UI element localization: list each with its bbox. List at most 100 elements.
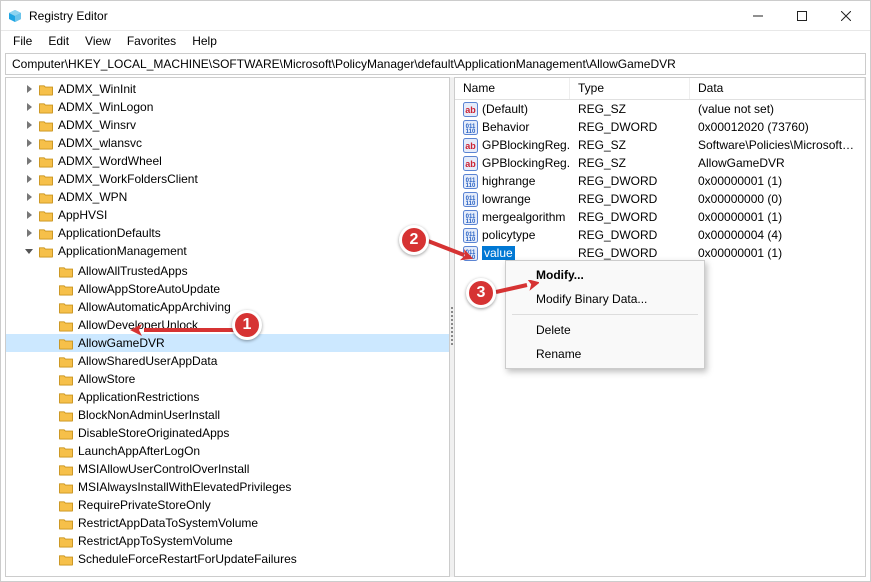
tree-item-child[interactable]: AllowAllTrustedApps: [6, 262, 449, 280]
value-name: (Default): [482, 102, 528, 116]
menu-bar: File Edit View Favorites Help: [1, 31, 870, 51]
tree-label: AllowAllTrustedApps: [78, 264, 188, 278]
context-menu-item[interactable]: Rename: [508, 342, 702, 366]
tree-item-child[interactable]: ScheduleForceRestartForUpdateFailures: [6, 550, 449, 568]
column-data[interactable]: Data: [690, 78, 865, 99]
tree-spacer: [42, 444, 56, 458]
list-header: Name Type Data: [455, 78, 865, 100]
context-menu-item[interactable]: Modify Binary Data...: [508, 287, 702, 311]
tree-item[interactable]: ApplicationDefaults: [6, 224, 449, 242]
tree-label: ApplicationDefaults: [58, 226, 161, 240]
list-row[interactable]: mergealgorithmREG_DWORD0x00000001 (1): [455, 208, 865, 226]
close-button[interactable]: [824, 1, 868, 31]
chevron-right-icon[interactable]: [22, 226, 36, 240]
menu-view[interactable]: View: [77, 32, 119, 50]
tree-spacer: [42, 390, 56, 404]
tree-item-child[interactable]: RestrictAppDataToSystemVolume: [6, 514, 449, 532]
value-name: lowrange: [482, 192, 531, 206]
tree-spacer: [42, 300, 56, 314]
tree-item-child[interactable]: AllowStore: [6, 370, 449, 388]
list-row[interactable]: highrangeREG_DWORD0x00000001 (1): [455, 172, 865, 190]
tree-spacer: [42, 480, 56, 494]
tree-label: RestrictAppToSystemVolume: [78, 534, 233, 548]
minimize-button[interactable]: [736, 1, 780, 31]
tree-item-child[interactable]: RequirePrivateStoreOnly: [6, 496, 449, 514]
tree-label: RequirePrivateStoreOnly: [78, 498, 211, 512]
list-row[interactable]: GPBlockingReg...REG_SZAllowGameDVR: [455, 154, 865, 172]
value-data: Software\Policies\Microsoft\Win: [690, 138, 865, 152]
tree-label: LaunchAppAfterLogOn: [78, 444, 200, 458]
tree-label: AllowGameDVR: [78, 336, 165, 350]
column-type[interactable]: Type: [570, 78, 690, 99]
chevron-right-icon[interactable]: [22, 82, 36, 96]
tree-item-child[interactable]: MSIAlwaysInstallWithElevatedPrivileges: [6, 478, 449, 496]
tree-item-child[interactable]: AllowGameDVR: [6, 334, 449, 352]
tree-label: AllowDeveloperUnlock: [78, 318, 198, 332]
chevron-right-icon[interactable]: [22, 136, 36, 150]
tree-item[interactable]: ADMX_WordWheel: [6, 152, 449, 170]
value-name: mergealgorithm: [482, 210, 565, 224]
value-data: 0x00000001 (1): [690, 174, 865, 188]
list-row[interactable]: (Default)REG_SZ(value not set): [455, 100, 865, 118]
tree-spacer: [42, 336, 56, 350]
tree-item[interactable]: ADMX_Winsrv: [6, 116, 449, 134]
context-menu-item[interactable]: Modify...: [508, 263, 702, 287]
menu-favorites[interactable]: Favorites: [119, 32, 184, 50]
tree-item-child[interactable]: AllowSharedUserAppData: [6, 352, 449, 370]
chevron-right-icon[interactable]: [22, 154, 36, 168]
maximize-button[interactable]: [780, 1, 824, 31]
tree-label: DisableStoreOriginatedApps: [78, 426, 229, 440]
tree-item[interactable]: ADMX_WinLogon: [6, 98, 449, 116]
chevron-right-icon[interactable]: [22, 208, 36, 222]
reg-dword-icon: [463, 210, 478, 225]
main-split: ADMX_WinInitADMX_WinLogonADMX_WinsrvADMX…: [5, 77, 866, 577]
list-body[interactable]: (Default)REG_SZ(value not set)BehaviorRE…: [455, 100, 865, 576]
menu-help[interactable]: Help: [184, 32, 225, 50]
menu-file[interactable]: File: [5, 32, 40, 50]
value-type: REG_SZ: [570, 102, 690, 116]
title-bar: Registry Editor: [1, 1, 870, 31]
tree-item-expanded[interactable]: ApplicationManagement: [6, 242, 449, 260]
tree-spacer: [42, 282, 56, 296]
tree-spacer: [42, 318, 56, 332]
tree-item-child[interactable]: MSIAllowUserControlOverInstall: [6, 460, 449, 478]
tree-item[interactable]: ADMX_WorkFoldersClient: [6, 170, 449, 188]
tree-item[interactable]: ADMX_wlansvc: [6, 134, 449, 152]
list-row[interactable]: BehaviorREG_DWORD0x00012020 (73760): [455, 118, 865, 136]
value-type: REG_DWORD: [570, 228, 690, 242]
tree-item[interactable]: ADMX_WPN: [6, 188, 449, 206]
tree-pane[interactable]: ADMX_WinInitADMX_WinLogonADMX_WinsrvADMX…: [5, 77, 450, 577]
list-row[interactable]: lowrangeREG_DWORD0x00000000 (0): [455, 190, 865, 208]
chevron-right-icon[interactable]: [22, 190, 36, 204]
tree-item-child[interactable]: LaunchAppAfterLogOn: [6, 442, 449, 460]
list-row[interactable]: GPBlockingReg...REG_SZSoftware\Policies\…: [455, 136, 865, 154]
tree-item-child[interactable]: AllowDeveloperUnlock: [6, 316, 449, 334]
chevron-right-icon[interactable]: [22, 172, 36, 186]
address-bar[interactable]: Computer\HKEY_LOCAL_MACHINE\SOFTWARE\Mic…: [5, 53, 866, 75]
chevron-right-icon[interactable]: [22, 118, 36, 132]
chevron-down-icon[interactable]: [22, 244, 36, 258]
context-menu-item[interactable]: Delete: [508, 318, 702, 342]
tree-item-child[interactable]: BlockNonAdminUserInstall: [6, 406, 449, 424]
tree-item-child[interactable]: DisableStoreOriginatedApps: [6, 424, 449, 442]
tree-item[interactable]: ADMX_WinInit: [6, 80, 449, 98]
column-name[interactable]: Name: [455, 78, 570, 99]
tree-item-child[interactable]: ApplicationRestrictions: [6, 388, 449, 406]
menu-edit[interactable]: Edit: [40, 32, 77, 50]
chevron-right-icon[interactable]: [22, 100, 36, 114]
tree-item[interactable]: AppHVSI: [6, 206, 449, 224]
value-data: AllowGameDVR: [690, 156, 865, 170]
splitter[interactable]: [450, 77, 454, 577]
value-type: REG_DWORD: [570, 246, 690, 260]
tree-spacer: [42, 354, 56, 368]
tree-item-child[interactable]: RestrictAppToSystemVolume: [6, 532, 449, 550]
tree-spacer: [42, 552, 56, 566]
tree-item-child[interactable]: AllowAutomaticAppArchiving: [6, 298, 449, 316]
list-row[interactable]: policytypeREG_DWORD0x00000004 (4): [455, 226, 865, 244]
tree-spacer: [42, 516, 56, 530]
value-name: policytype: [482, 228, 535, 242]
tree-item-child[interactable]: AllowAppStoreAutoUpdate: [6, 280, 449, 298]
reg-dword-icon: [463, 246, 478, 261]
tree-label: AllowAutomaticAppArchiving: [78, 300, 231, 314]
context-menu-separator: [512, 314, 698, 315]
